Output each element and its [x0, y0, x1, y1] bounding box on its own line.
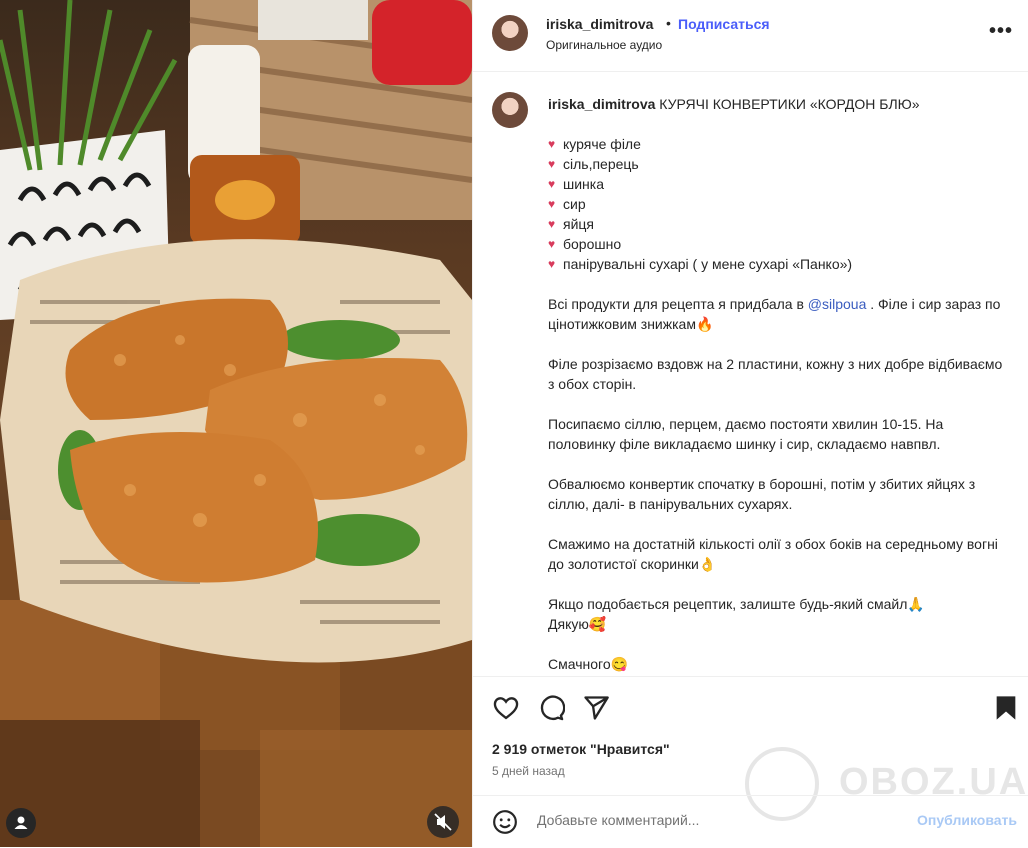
tagged-people-button[interactable]: [6, 808, 36, 838]
follow-button[interactable]: Подписаться: [678, 16, 770, 32]
post-sidebar: iriska_dimitrova • Подписаться Оригиналь…: [472, 0, 1028, 847]
avatar[interactable]: [492, 15, 528, 51]
food-photo: [0, 0, 472, 847]
username-link[interactable]: iriska_dimitrova: [546, 16, 653, 32]
instagram-post: iriska_dimitrova • Подписаться Оригиналь…: [0, 0, 1028, 847]
caption-title: КУРЯЧІ КОНВЕРТИКИ «КОРДОН БЛЮ»: [659, 96, 920, 112]
heart-bullet-icon: ♥: [548, 257, 556, 271]
muted-speaker-icon: [434, 813, 452, 831]
audio-link[interactable]: Оригинальное аудио: [546, 38, 662, 52]
emoji-smile-icon[interactable]: [492, 809, 518, 835]
post-actions: 2 919 отметок "Нравится" 5 дней назад OB…: [473, 676, 1028, 847]
publish-button[interactable]: Опубликовать: [917, 812, 1017, 828]
bookmark-icon[interactable]: [993, 694, 1019, 722]
user-icon: [14, 816, 28, 829]
caption-paragraph: Всі продукти для рецепта я придбала в @s…: [548, 296, 1001, 332]
caption-paragraph: Якщо подобається рецептик, залиште будь-…: [548, 596, 925, 632]
post-header: iriska_dimitrova • Подписаться Оригиналь…: [473, 0, 1028, 72]
mute-button[interactable]: [427, 806, 459, 838]
caption-area: iriska_dimitrova КУРЯЧІ КОНВЕРТИКИ «КОРД…: [473, 72, 1028, 676]
comment-box: Опубликовать: [473, 795, 1028, 848]
caption-paragraph: Смачного😋: [548, 656, 629, 672]
caption-avatar[interactable]: [492, 92, 528, 128]
caption-paragraph: Посипаємо сіллю, перцем, даємо постояти …: [548, 416, 944, 452]
separator-dot: •: [666, 15, 671, 31]
list-item: ♥ куряче філе: [548, 136, 641, 152]
list-item: ♥ борошно: [548, 236, 622, 252]
list-item: ♥ сіль,перець: [548, 156, 639, 172]
more-options-button[interactable]: •••: [989, 20, 1013, 43]
caption-username[interactable]: iriska_dimitrova: [548, 96, 655, 112]
heart-bullet-icon: ♥: [548, 177, 556, 191]
likes-count[interactable]: 2 919 отметок "Нравится": [492, 741, 670, 757]
caption-title-line: iriska_dimitrova КУРЯЧІ КОНВЕРТИКИ «КОРД…: [548, 94, 1008, 114]
ingredient-list: ♥ куряче філе ♥ сіль,перець ♥ шинка ♥ сир ♥ я…: [548, 134, 1008, 274]
caption-paragraph: Філе розрізаємо вздовж на 2 пластини, ко…: [548, 356, 1003, 392]
comment-bubble-icon[interactable]: [537, 694, 565, 722]
list-item: ♥ панірувальні сухарі ( у мене сухарі «Па…: [548, 256, 853, 272]
caption-paragraph: Обвалюємо конвертик спочатку в борошні, …: [548, 476, 976, 512]
heart-bullet-icon: ♥: [548, 197, 556, 211]
comment-input[interactable]: [535, 811, 879, 829]
list-item: ♥ шинка: [548, 176, 605, 192]
share-send-icon[interactable]: [582, 694, 610, 722]
post-media[interactable]: [0, 0, 472, 847]
like-heart-icon[interactable]: [492, 694, 520, 722]
heart-bullet-icon: ♥: [548, 237, 556, 251]
heart-bullet-icon: ♥: [548, 157, 556, 171]
list-item: ♥ сир: [548, 196, 586, 212]
heart-bullet-icon: ♥: [548, 137, 556, 151]
post-date: 5 дней назад: [492, 764, 565, 778]
list-item: ♥ яйця: [548, 216, 595, 232]
caption-text: iriska_dimitrova КУРЯЧІ КОНВЕРТИКИ «КОРД…: [548, 94, 1008, 674]
mention-link[interactable]: @silpoua: [808, 296, 867, 312]
caption-paragraph: Смажимо на достатній кількості олії з об…: [548, 536, 998, 572]
heart-bullet-icon: ♥: [548, 217, 556, 231]
